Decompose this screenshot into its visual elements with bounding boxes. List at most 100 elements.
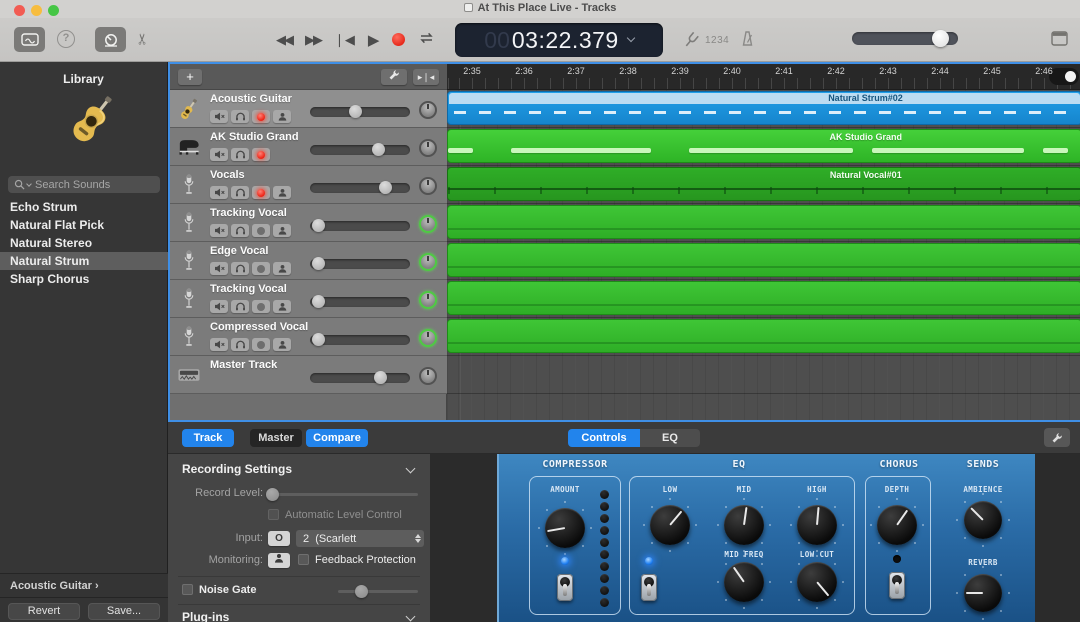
track-header[interactable]: Acoustic Guitar [170, 90, 447, 128]
track-volume-knob[interactable] [379, 181, 392, 194]
solo-headphones-button[interactable] [231, 186, 249, 199]
solo-headphones-button[interactable] [231, 110, 249, 123]
rewind-button[interactable]: ◀◀ [276, 32, 292, 48]
solo-headphones-button[interactable] [231, 300, 249, 313]
record-enable-button[interactable] [252, 338, 270, 351]
high-knob[interactable] [797, 505, 837, 545]
compressor-toggle-switch[interactable] [557, 574, 573, 601]
record-enable-button[interactable] [252, 262, 270, 275]
track-volume-knob[interactable] [372, 143, 385, 156]
library-item[interactable]: Natural Flat Pick [0, 216, 168, 234]
lcd-chevron-down-icon[interactable] [626, 34, 634, 42]
timeline-ruler[interactable]: 2:352:362:372:382:392:402:412:422:432:44… [447, 64, 1080, 90]
mute-button[interactable] [210, 262, 228, 275]
track-volume-knob[interactable] [312, 219, 325, 232]
track-pan-knob[interactable] [419, 329, 437, 347]
reverb-knob[interactable] [964, 574, 1002, 612]
record-enable-button[interactable] [252, 186, 270, 199]
master-volume-knob[interactable] [932, 30, 949, 47]
track-pan-knob[interactable] [419, 367, 437, 385]
track-volume-slider[interactable] [310, 373, 410, 383]
mute-button[interactable] [210, 148, 228, 161]
tab-compare[interactable]: Compare [306, 429, 368, 447]
eq-toggle-switch[interactable] [641, 574, 657, 601]
mute-button[interactable] [210, 110, 228, 123]
search-scope-chevron-icon[interactable] [26, 181, 32, 187]
count-in-button[interactable]: 1234 [705, 35, 729, 46]
catch-playhead-button[interactable]: ▸❘◂ [413, 69, 439, 85]
input-monitoring-button[interactable] [273, 300, 291, 313]
tab-eq[interactable]: EQ [640, 429, 700, 447]
track-header[interactable]: Vocals [170, 166, 447, 204]
track-pan-knob[interactable] [419, 215, 437, 233]
mute-button[interactable] [210, 186, 228, 199]
amount-knob[interactable] [545, 508, 585, 548]
track-volume-knob[interactable] [374, 371, 387, 384]
go-to-beginning-button[interactable]: ❘◀ [334, 32, 355, 48]
lcd-time-display[interactable]: 00 03:22.379 [455, 23, 663, 57]
record-enable-button[interactable] [252, 224, 270, 237]
track-volume-knob[interactable] [312, 333, 325, 346]
input-monitoring-button[interactable] [273, 224, 291, 237]
input-monitoring-button[interactable] [273, 338, 291, 351]
record-enable-button[interactable] [252, 148, 270, 161]
tab-controls[interactable]: Controls [568, 429, 640, 447]
solo-headphones-button[interactable] [231, 224, 249, 237]
region-audio-green[interactable] [447, 205, 1080, 239]
track-volume-slider[interactable] [310, 297, 410, 307]
noise-gate-checkbox[interactable] [182, 584, 193, 595]
mid-knob[interactable] [724, 505, 764, 545]
noise-gate-slider[interactable] [338, 590, 418, 593]
track-volume-slider[interactable] [310, 221, 410, 231]
zoom-slider-knob[interactable] [1065, 71, 1076, 82]
stepper-icon[interactable] [411, 530, 424, 547]
record-level-knob[interactable] [266, 488, 279, 501]
library-toggle-button[interactable] [14, 27, 45, 52]
input-monitoring-button[interactable] [273, 186, 291, 199]
track-volume-knob[interactable] [349, 105, 362, 118]
track-pan-knob[interactable] [419, 139, 437, 157]
quick-help-button[interactable]: ? [57, 30, 75, 48]
chorus-toggle-switch[interactable] [889, 572, 905, 599]
tab-master[interactable]: Master [250, 429, 302, 447]
library-item[interactable]: Natural Stereo [0, 234, 168, 252]
track-pan-knob[interactable] [419, 177, 437, 195]
region-area[interactable]: Natural Strum#02 AK Studio Grand Natural V… [447, 90, 1080, 420]
smart-control-edit-button[interactable] [1044, 428, 1070, 447]
solo-headphones-button[interactable] [231, 148, 249, 161]
depth-knob[interactable] [877, 505, 917, 545]
input-source-dropdown[interactable]: 2 (Scarlett [296, 530, 424, 547]
record-level-slider[interactable] [270, 493, 418, 496]
metronome-icon[interactable] [740, 31, 755, 51]
region-midi[interactable]: AK Studio Grand [447, 129, 1080, 163]
plugins-disclosure-icon[interactable] [406, 612, 416, 622]
input-format-button[interactable]: O [268, 531, 290, 546]
library-item[interactable]: Echo Strum [0, 198, 168, 216]
low-cut-knob[interactable] [797, 562, 837, 602]
track-pan-knob[interactable] [419, 291, 437, 309]
track-pan-knob[interactable] [419, 101, 437, 119]
track-volume-knob[interactable] [312, 257, 325, 270]
library-item[interactable]: Natural Strum [0, 252, 168, 270]
solo-headphones-button[interactable] [231, 338, 249, 351]
track-header[interactable]: Edge Vocal [170, 242, 447, 280]
mute-button[interactable] [210, 338, 228, 351]
mute-button[interactable] [210, 300, 228, 313]
lane-empty[interactable] [447, 356, 1080, 394]
editors-scissors-icon[interactable]: ✂ [133, 33, 151, 46]
track-header[interactable]: AK Studio Grand [170, 128, 447, 166]
record-enable-button[interactable] [252, 110, 270, 123]
tab-track[interactable]: Track [182, 429, 234, 447]
library-item[interactable]: Sharp Chorus [0, 270, 168, 288]
media-browser-icon[interactable] [1051, 31, 1068, 51]
region-audio-green[interactable]: Natural Vocal#01 [447, 167, 1080, 201]
track-volume-slider[interactable] [310, 107, 410, 117]
region-audio-blue[interactable]: Natural Strum#02 [447, 91, 1080, 125]
cycle-button[interactable] [418, 31, 435, 49]
track-volume-slider[interactable] [310, 259, 410, 269]
region-audio-green[interactable] [447, 281, 1080, 315]
save-button[interactable]: Save... [88, 603, 160, 620]
region-audio-green[interactable] [447, 319, 1080, 353]
mid-freq-knob[interactable] [724, 562, 764, 602]
track-config-button[interactable] [381, 69, 407, 85]
